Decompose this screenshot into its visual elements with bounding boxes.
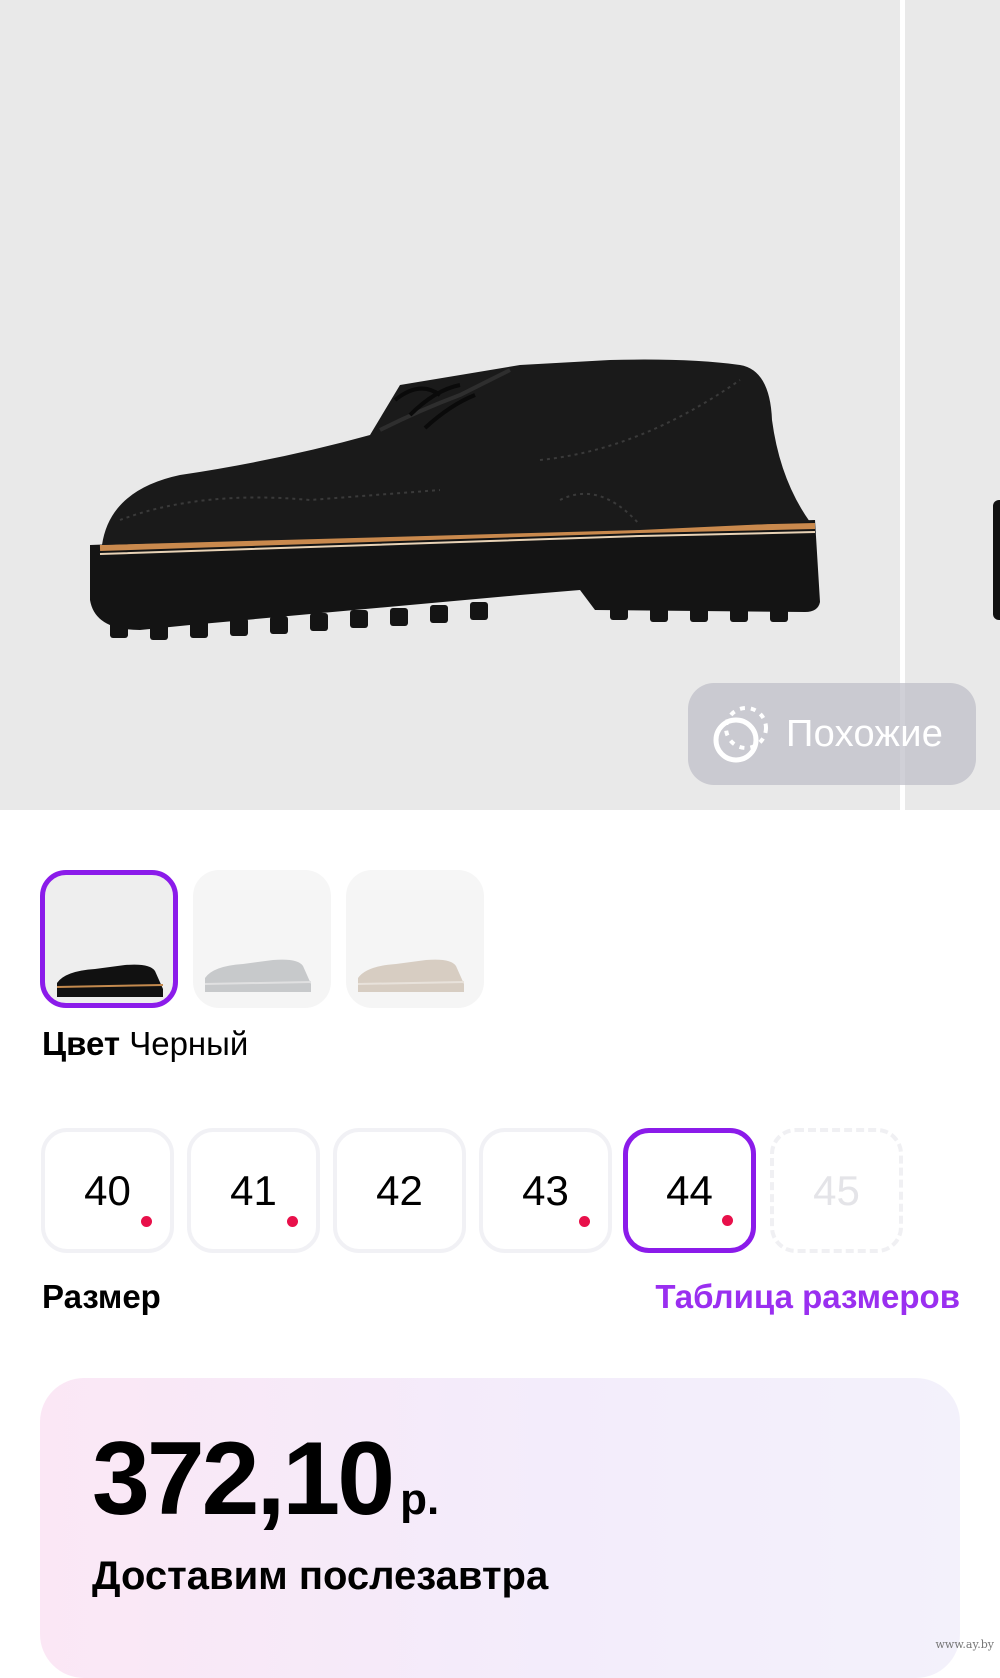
- size-heading: Размер: [42, 1278, 161, 1315]
- size-label: 40: [84, 1166, 131, 1214]
- color-selection-text: Цвет Черный: [42, 1025, 248, 1063]
- similar-button[interactable]: Похожие: [688, 683, 976, 785]
- size-label: 45: [813, 1166, 860, 1214]
- size-label: 44: [666, 1166, 713, 1214]
- size-label: 41: [230, 1166, 277, 1214]
- price-amount: 372,10: [92, 1421, 395, 1537]
- size-option-40[interactable]: 40: [41, 1128, 174, 1253]
- size-label: 42: [376, 1166, 423, 1214]
- price: 372,10 р.: [92, 1420, 439, 1539]
- product-photo: [90, 359, 820, 640]
- color-label: Цвет: [42, 1025, 121, 1062]
- color-swatch-grey[interactable]: [193, 870, 331, 1008]
- price-currency: р.: [400, 1475, 440, 1524]
- size-option-43[interactable]: 43: [479, 1128, 612, 1253]
- watermark: www.ay.by: [935, 1638, 994, 1651]
- color-swatch-beige[interactable]: [346, 870, 484, 1008]
- size-option-41[interactable]: 41: [187, 1128, 320, 1253]
- color-value: Черный: [129, 1025, 249, 1062]
- low-stock-dot: [722, 1215, 733, 1226]
- delivery-text: Доставим послезавтра: [92, 1554, 549, 1598]
- price-card: 372,10 р. Доставим послезавтра: [40, 1378, 960, 1678]
- size-label: 43: [522, 1166, 569, 1214]
- similar-button-label: Похожие: [786, 712, 944, 755]
- similar-icon: [713, 706, 768, 763]
- size-option-44[interactable]: 44: [623, 1128, 756, 1253]
- size-option-45: 45: [770, 1128, 903, 1253]
- low-stock-dot: [141, 1216, 152, 1227]
- low-stock-dot: [287, 1216, 298, 1227]
- low-stock-dot: [579, 1216, 590, 1227]
- size-table-link[interactable]: Таблица размеров: [655, 1278, 960, 1316]
- product-gallery[interactable]: Похожие: [0, 0, 1000, 810]
- color-swatch-black[interactable]: [40, 870, 178, 1008]
- size-option-42[interactable]: 42: [333, 1128, 466, 1253]
